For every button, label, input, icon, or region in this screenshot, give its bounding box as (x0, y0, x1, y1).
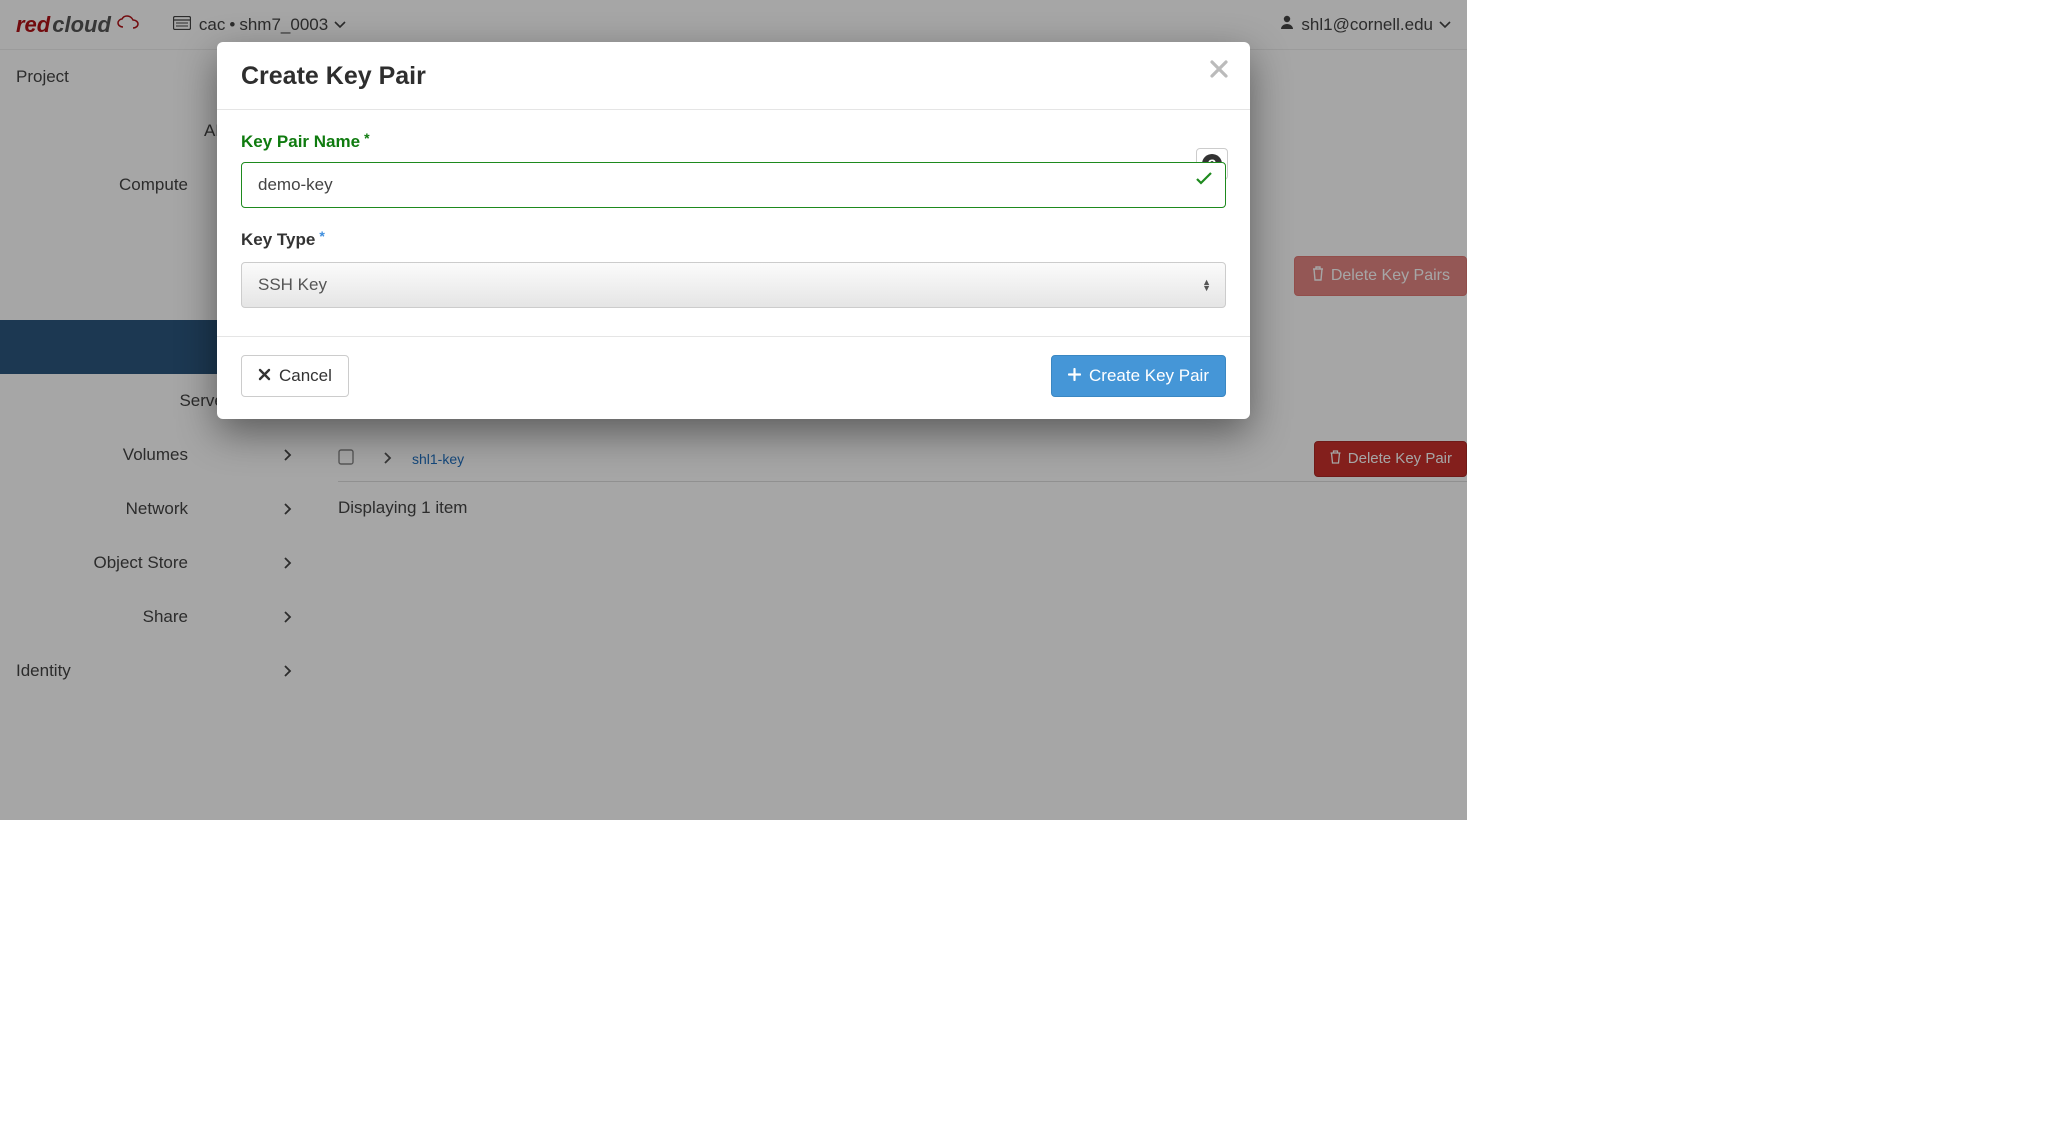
create-keypair-label: Create Key Pair (1089, 366, 1209, 386)
create-keypair-button[interactable]: Create Key Pair (1051, 355, 1226, 397)
key-type-select[interactable]: SSH Key ▲ ▼ (241, 262, 1226, 308)
close-icon (258, 366, 271, 386)
modal-footer: Cancel Create Key Pair (217, 336, 1250, 419)
key-type-label-text: Key Type (241, 230, 315, 250)
key-type-selected: SSH Key (258, 275, 327, 295)
modal-header: Create Key Pair (217, 42, 1250, 110)
modal-title: Create Key Pair (241, 62, 1226, 91)
close-icon[interactable] (1208, 58, 1230, 83)
key-type-label: Key Type * (241, 230, 325, 250)
cancel-label: Cancel (279, 366, 332, 386)
keypair-name-label: Key Pair Name * (241, 132, 370, 152)
cancel-button[interactable]: Cancel (241, 355, 349, 397)
create-keypair-modal: Create Key Pair ? Key Pair Name * Key Ty… (217, 42, 1250, 419)
check-icon (1196, 172, 1212, 188)
plus-icon (1068, 366, 1081, 386)
keypair-name-input[interactable] (241, 162, 1226, 208)
keypair-name-label-text: Key Pair Name (241, 132, 360, 152)
required-star-icon: * (364, 130, 369, 146)
modal-body: Key Pair Name * Key Type * SSH Key ▲ ▼ (217, 110, 1250, 336)
required-star-icon: * (319, 228, 324, 244)
select-arrows-icon: ▲ ▼ (1202, 279, 1211, 291)
